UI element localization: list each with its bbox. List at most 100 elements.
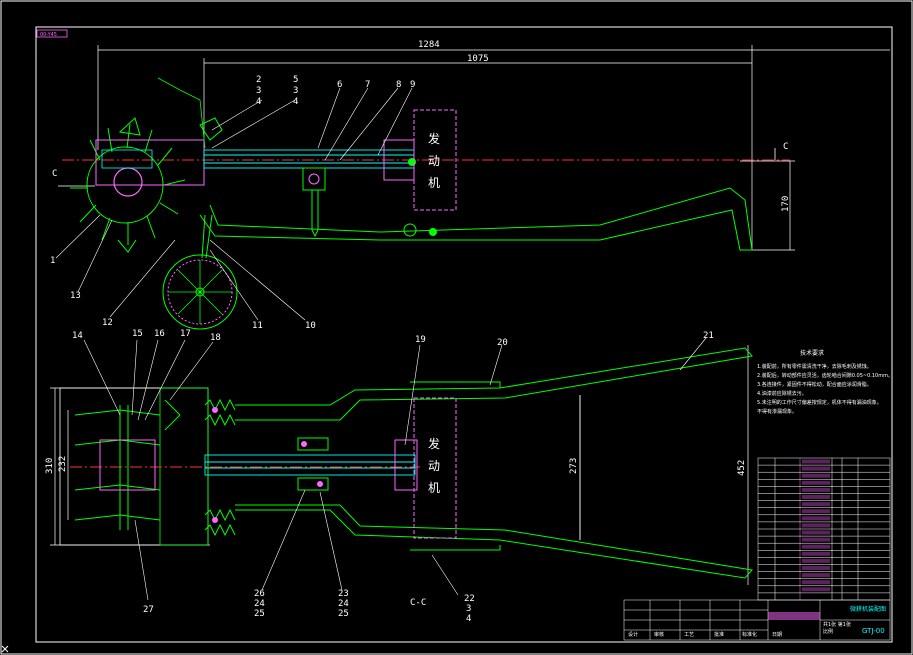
- callout-4b: 4: [293, 97, 298, 107]
- handlebar-side: [199, 187, 753, 251]
- section-marker-left: C: [52, 169, 57, 179]
- handle-joint-2: [403, 223, 417, 237]
- dimension-lines: [97, 45, 890, 251]
- corner-mark: [1, 645, 9, 653]
- clamp-bolt-2: [317, 481, 323, 487]
- clamp-bolt-1: [301, 441, 307, 447]
- callout-27: 27: [143, 605, 154, 615]
- handle-side-rail: [410, 381, 501, 551]
- parts-row-marker: [802, 509, 830, 514]
- callout-7: 7: [365, 80, 370, 90]
- dim-handle-span: 452: [737, 460, 747, 476]
- parts-row-marker: [802, 495, 830, 499]
- title-block-code: GTJ-00: [862, 627, 885, 635]
- callout-22: 22: [464, 594, 475, 604]
- callout-12: 12: [102, 318, 113, 328]
- parts-list: [757, 457, 891, 601]
- callout-8: 8: [396, 80, 401, 90]
- coupling-bolt: [408, 158, 416, 166]
- dim-handle-height: 170: [781, 196, 791, 212]
- section-view-label: C-C: [410, 598, 426, 608]
- callout-24: 24: [338, 599, 349, 609]
- callout-21: 21: [703, 331, 714, 341]
- engine-plan-label-1: 发: [428, 436, 440, 451]
- side-elevation: 1284 1075 170 C C 发 动 机 1 2 3 4 5 3 4 6 …: [50, 40, 890, 331]
- callout-13: 13: [70, 291, 81, 301]
- tb-cell-design: 设计: [628, 631, 638, 638]
- parts-row-marker: [802, 516, 830, 521]
- control-cable: [157, 77, 206, 149]
- callout-14: 14: [72, 331, 83, 341]
- callout-18: 18: [210, 333, 221, 343]
- tb-cell-check: 审核: [654, 631, 664, 638]
- parts-row-marker: [802, 566, 830, 570]
- parts-row-marker: [802, 544, 830, 549]
- depth-rod: [302, 167, 326, 238]
- tine-blades: [74, 399, 181, 530]
- tech-note-3: 3.各连接件，紧固件不得松动，配合面应涂润滑脂。: [757, 381, 872, 388]
- callout-23: 23: [338, 589, 349, 599]
- transport-wheel: [162, 254, 238, 330]
- dim-inner-width: 273: [569, 458, 579, 474]
- title-block-name: 微耕机装配图: [850, 605, 886, 613]
- callout-1: 1: [50, 256, 55, 266]
- engine-label-1: 发: [428, 131, 440, 146]
- callout-17: 17: [180, 329, 191, 339]
- parts-row-marker: [802, 551, 830, 556]
- callout-24b: 24: [254, 599, 265, 609]
- tech-note-1: 1.装配前，所有零件需清洗干净，去除毛刺及锈蚀。: [757, 363, 872, 370]
- engine-label-3: 机: [428, 176, 440, 190]
- tb-cell-standard: 标准化: [742, 631, 757, 638]
- callout-6: 6: [337, 80, 342, 90]
- tiller-hub: [113, 167, 143, 197]
- outer-border: [0, 0, 913, 655]
- parts-row-marker: [802, 558, 830, 563]
- section-marker-right: C: [783, 142, 788, 152]
- callout-15: 15: [132, 329, 143, 339]
- callout-4c: 4: [466, 614, 471, 624]
- parts-row-marker: [802, 587, 830, 592]
- gearbox-housing: [95, 139, 205, 186]
- tech-note-5: 5.未注明的工作尺寸偏差按规定，机体不得有漏油现象。: [757, 399, 882, 406]
- callout-3c: 3: [466, 604, 471, 614]
- plan-shafts: [204, 454, 416, 476]
- callout-5: 5: [293, 75, 298, 85]
- callout-3b: 3: [293, 86, 298, 96]
- parts-row-marker: [802, 480, 830, 485]
- handlebar-plan-upper: [235, 347, 753, 421]
- callout-25b: 25: [254, 609, 265, 619]
- dim-engine-to-handle: 1075: [467, 54, 489, 64]
- title-block-pink-band: [768, 612, 820, 620]
- spring-pin-2: [212, 517, 218, 523]
- parts-row-marker: [802, 573, 830, 578]
- depth-rod-nut: [308, 173, 320, 185]
- spring-pin-1: [212, 407, 218, 413]
- parts-row-marker: [802, 466, 830, 471]
- engine-label-2: 动: [428, 154, 440, 168]
- callout-11: 11: [252, 321, 263, 331]
- tech-notes-title: 技术要求: [800, 349, 824, 357]
- drawing-tag: 00-Y45: [40, 32, 57, 38]
- parts-row-marker: [802, 523, 830, 528]
- title-block-scale: 比例: [823, 628, 833, 635]
- callout-16: 16: [154, 329, 165, 339]
- dim-frame-width: 310: [45, 458, 55, 474]
- callout-3: 3: [256, 86, 261, 96]
- tb-cell-process: 工艺: [684, 632, 694, 638]
- parts-row-marker: [802, 487, 830, 492]
- wheel-strut: [201, 214, 213, 259]
- parts-row-marker: [802, 530, 830, 535]
- dim-overall-length: 1284: [418, 40, 440, 50]
- parts-row-marker: [802, 459, 830, 464]
- engine-plan-label-3: 机: [428, 481, 440, 495]
- dim-tine-width: 232: [58, 456, 68, 472]
- parts-row-marker: [802, 502, 830, 507]
- callout-19: 19: [415, 335, 426, 345]
- parts-row-marker: [802, 473, 830, 478]
- drawing-canvas: 00-Y45 1284 1075 170 C C 发 动 机 1 2 3 4 5…: [0, 0, 913, 655]
- callout-26: 26: [254, 589, 265, 599]
- engine-plan-label-2: 动: [428, 459, 440, 473]
- tech-note-4: 4.油漆前应除锈去污。: [757, 390, 807, 397]
- callout-20: 20: [497, 338, 508, 348]
- parts-row-marker: [802, 580, 830, 585]
